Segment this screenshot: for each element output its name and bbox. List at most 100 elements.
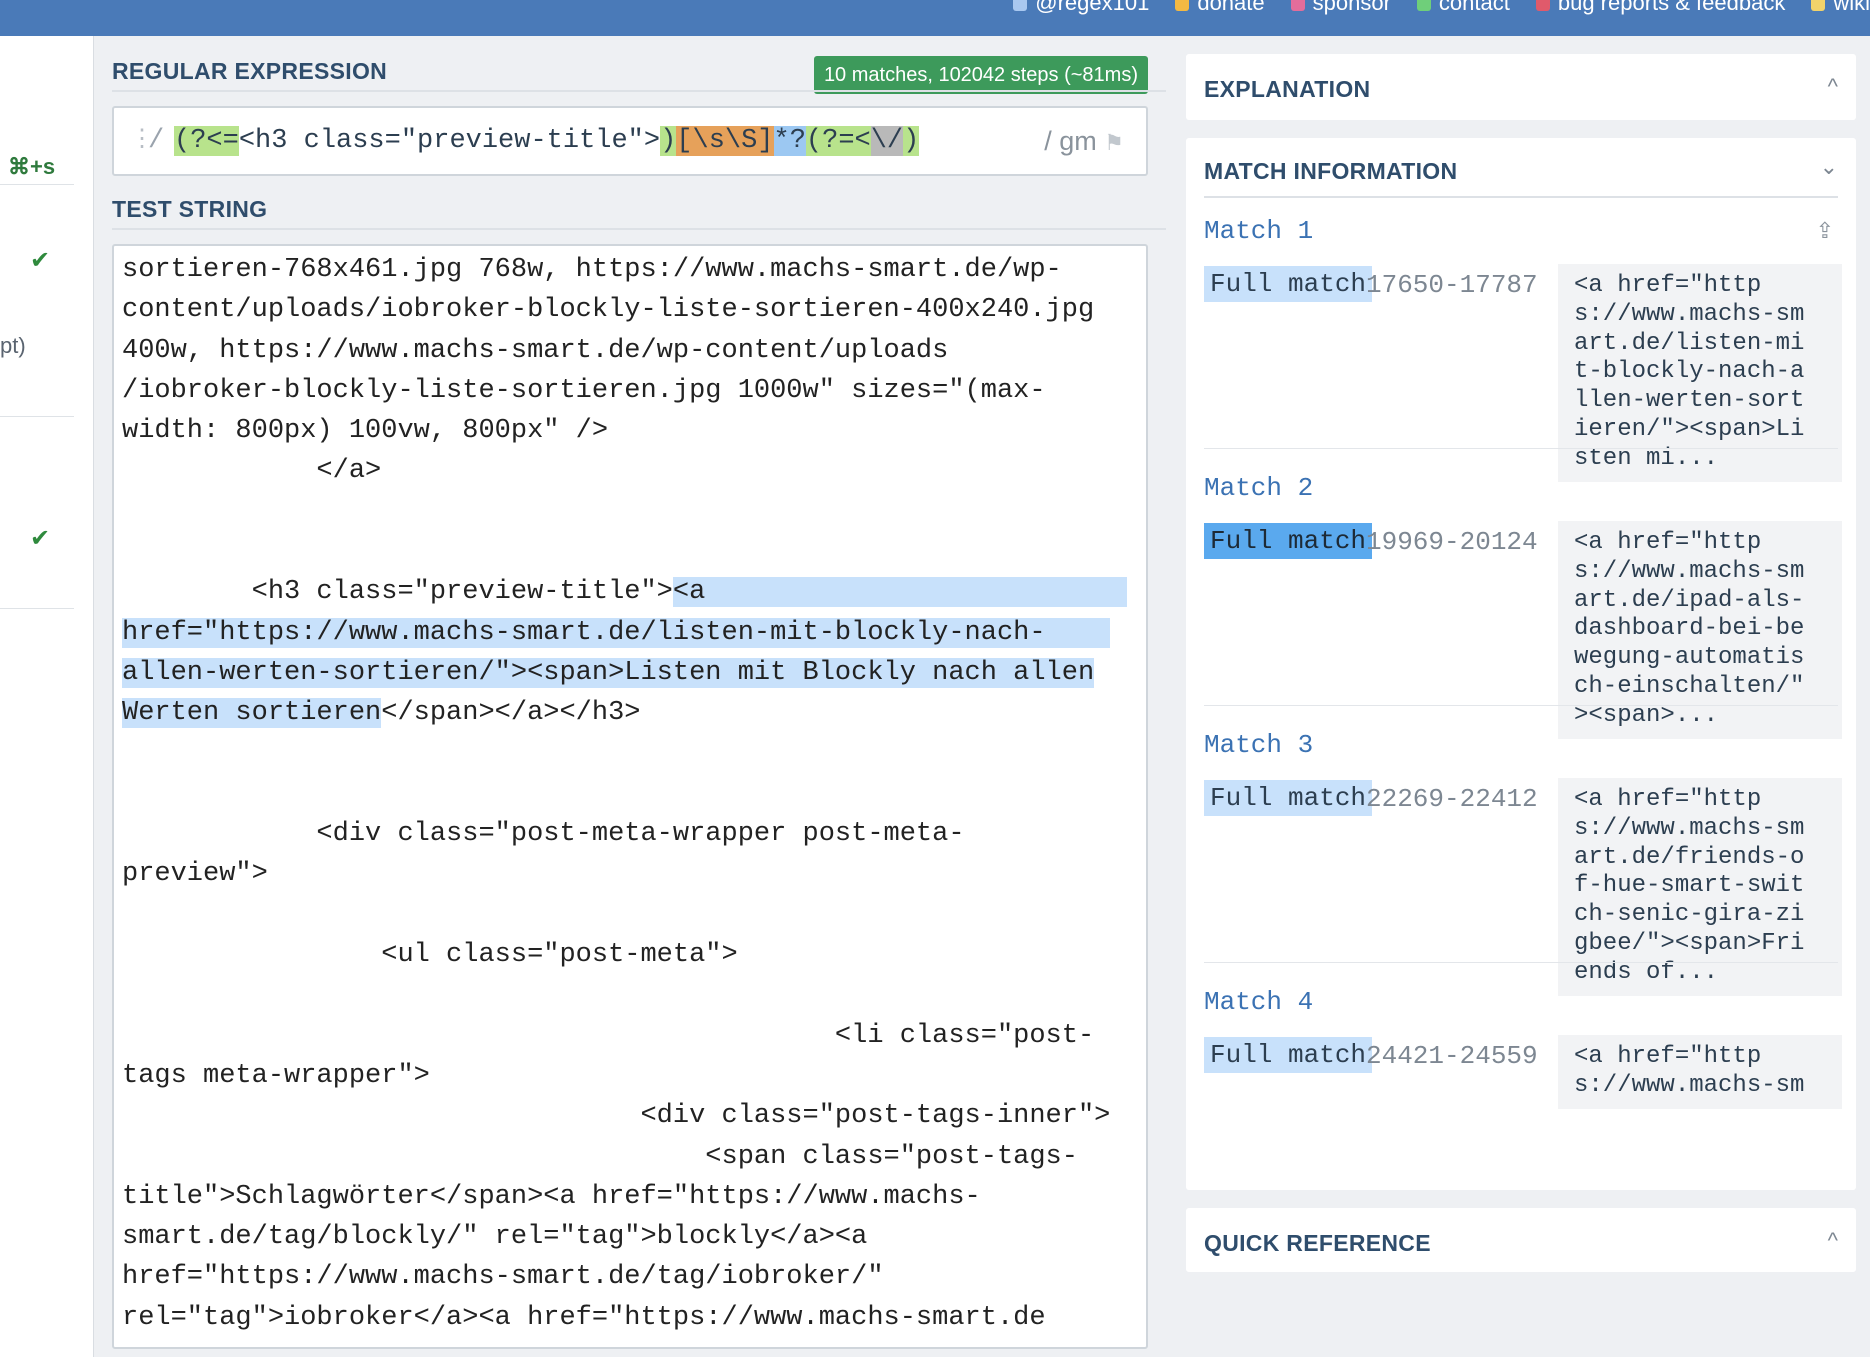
regex-token: \/ <box>870 126 904 156</box>
left-sidebar: ⌘+s ✔ pt) ✔ <box>0 36 94 1357</box>
test-string-line: sortieren-768x461.jpg 768w, https://www.… <box>122 250 1138 290</box>
link-icon <box>1416 0 1431 12</box>
flag-icon[interactable]: ⚑ <box>1104 130 1124 155</box>
top-link[interactable]: wiki <box>1811 0 1870 16</box>
regex-token: ) <box>660 126 677 156</box>
test-string-line: <h3 class="preview-title"><a <box>122 572 1138 612</box>
test-string-editor[interactable]: sortieren-768x461.jpg 768w, https://www.… <box>112 244 1148 1349</box>
top-link-label: sponsor <box>1312 0 1391 15</box>
match-highlight: Werten sortieren <box>122 698 382 729</box>
test-string-line: href="https://www.machs-smart.de/tag/iob… <box>122 1257 1138 1297</box>
link-icon <box>1535 0 1550 12</box>
sidebar-fragment[interactable]: pt) <box>0 333 26 359</box>
text-segment: sortieren-768x461.jpg 768w, https://www.… <box>122 255 1062 285</box>
test-string-line <box>122 895 1138 935</box>
top-link-label: wiki <box>1833 0 1870 15</box>
test-string-line <box>122 532 1138 572</box>
link-icon <box>1811 0 1826 12</box>
test-string-line: <ul class="post-meta"> <box>122 935 1138 975</box>
test-string-rule <box>112 228 1166 230</box>
test-string-line <box>122 774 1138 814</box>
regex-token: [\s\S] <box>676 126 774 156</box>
sidebar-divider <box>0 608 74 609</box>
match-title[interactable]: Match 2 <box>1204 473 1313 503</box>
regex-token: (?= <box>805 126 855 156</box>
regex-title-rule <box>112 90 1166 92</box>
text-segment: rel="tag">iobroker</a><a href="https://w… <box>122 1302 1046 1333</box>
text-segment: title">Schlagwörter</span><a href="https… <box>122 1181 981 1212</box>
text-segment: <h3 class="preview-title"> <box>122 577 673 608</box>
test-string-text[interactable]: sortieren-768x461.jpg 768w, https://www.… <box>122 250 1138 1338</box>
link-icon <box>1290 0 1305 12</box>
top-link[interactable]: bug reports & feedback <box>1535 0 1786 16</box>
text-segment: <div class="post-tags-inner"> <box>122 1101 1111 1132</box>
text-segment: <div class="post-meta-wrapper post-meta- <box>122 819 965 850</box>
sidebar-divider <box>0 416 74 417</box>
test-string-line: <li class="post- <box>122 1016 1138 1056</box>
match-separator <box>1204 962 1838 963</box>
top-link[interactable]: donate <box>1175 0 1265 16</box>
match-title[interactable]: Match 4 <box>1204 987 1313 1017</box>
full-match-label[interactable]: Full match <box>1204 266 1373 302</box>
match-title[interactable]: Match 1 <box>1204 216 1313 246</box>
info-column: EXPLANATION ^ MATCH INFORMATION ⌄ Match … <box>1166 36 1870 1357</box>
test-string-line: </a> <box>122 451 1138 491</box>
regex-token: ) <box>903 126 920 156</box>
text-segment: <ul class="post-meta"> <box>122 940 738 971</box>
top-link[interactable]: contact <box>1416 0 1510 16</box>
sidebar-divider <box>0 184 74 185</box>
quick-reference-panel[interactable]: QUICK REFERENCE ^ <box>1186 1208 1856 1272</box>
match-list: Match 1 ⇪ Full match 17650-17787 <a href="ht… <box>1186 138 1856 1190</box>
flags-text: / gm <box>1044 126 1097 156</box>
top-link[interactable]: @regex101 <box>1013 0 1149 16</box>
test-string-line <box>122 734 1138 774</box>
top-link-label: @regex101 <box>1035 0 1150 15</box>
full-match-label[interactable]: Full match <box>1204 523 1373 559</box>
quick-reference-title: QUICK REFERENCE <box>1204 1230 1431 1256</box>
match-separator <box>1204 448 1838 449</box>
test-string-line: content/uploads/iobroker-blockly-liste-s… <box>122 290 1138 330</box>
match-separator <box>1204 705 1838 706</box>
top-nav-links: @regex101 donate sponsor contact bug reports… <box>1013 0 1870 16</box>
share-icon[interactable]: ⇪ <box>1816 218 1834 244</box>
test-string-line: <span class="post-tags- <box>122 1137 1138 1177</box>
test-string-line: width: 800px) 100vw, 800px" /> <box>122 411 1138 451</box>
text-segment: preview"> <box>122 859 268 890</box>
regex-delimiter: / <box>148 126 165 156</box>
regex-input[interactable]: ⋮ / (?<=<h3 class="preview-title">)[\s\S… <box>112 106 1148 176</box>
top-link-label: bug reports & feedback <box>1557 0 1786 15</box>
regex-token: (?<= <box>174 126 239 156</box>
text-segment: </a> <box>122 456 382 487</box>
chevron-up-icon[interactable]: ^ <box>1828 1228 1838 1254</box>
top-link-label: donate <box>1197 0 1265 15</box>
explanation-panel[interactable]: EXPLANATION ^ <box>1186 54 1856 120</box>
text-segment: 400w, https://www.machs-smart.de/wp-cont… <box>122 335 949 366</box>
full-match-label[interactable]: Full match <box>1204 780 1373 816</box>
regex-token: <h3 class="preview-title"> <box>238 126 661 156</box>
top-link-label: contact <box>1438 0 1510 15</box>
text-segment: width: 800px) 100vw, 800px" /> <box>122 416 609 447</box>
test-string-line: rel="tag">iobroker</a><a href="https://w… <box>122 1298 1138 1338</box>
save-shortcut[interactable]: ⌘+s <box>8 154 55 180</box>
test-string-line: 400w, https://www.machs-smart.de/wp-cont… <box>122 331 1138 371</box>
text-segment: <li class="post- <box>122 1020 1095 1051</box>
editor-column: REGULAR EXPRESSION 10 matches, 102042 st… <box>94 36 1166 1357</box>
top-link[interactable]: sponsor <box>1290 0 1391 16</box>
regex-flags[interactable]: / gm ⚑ <box>1044 108 1124 176</box>
test-string-line: allen-werten-sortieren/"><span>Listen mi… <box>122 653 1138 693</box>
match-range: 24421-24559 <box>1366 1041 1538 1071</box>
match-title[interactable]: Match 3 <box>1204 730 1313 760</box>
match-count-badge: 10 matches, 102042 steps (~81ms) <box>813 56 1148 94</box>
test-string-line: title">Schlagwörter</span><a href="https… <box>122 1177 1138 1217</box>
text-segment: </span></a></h3> <box>381 698 641 729</box>
regex-pattern[interactable]: (?<=<h3 class="preview-title">)[\s\S]*?(… <box>174 108 920 174</box>
full-match-label[interactable]: Full match <box>1204 1037 1373 1073</box>
chevron-up-icon[interactable]: ^ <box>1828 74 1838 100</box>
test-string-line: /iobroker-blockly-liste-sortieren.jpg 10… <box>122 371 1138 411</box>
test-string-line: href="https://www.machs-smart.de/listen-… <box>122 613 1138 653</box>
check-icon: ✔ <box>30 525 51 552</box>
match-value[interactable]: <a href="http s://www.machs-sm <box>1558 1035 1842 1109</box>
text-segment: /iobroker-blockly-liste-sortieren.jpg 10… <box>122 375 1046 406</box>
test-string-line: tags meta-wrapper"> <box>122 1056 1138 1096</box>
check-icon: ✔ <box>30 247 51 274</box>
